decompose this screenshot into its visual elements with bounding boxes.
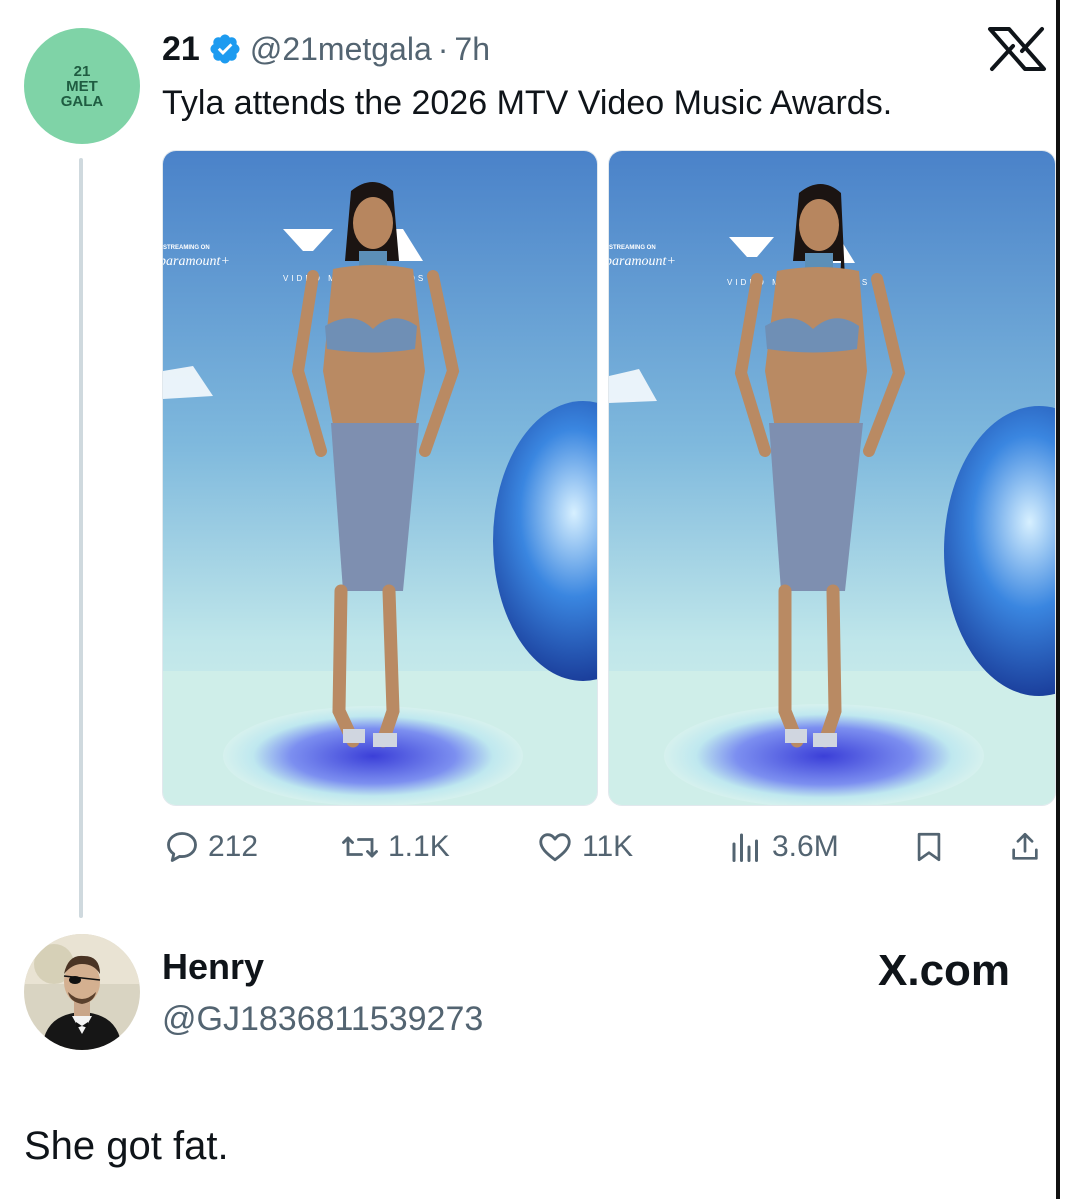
tweet-photo-1[interactable]: STREAMING ON paramount+ VIDEO MUSIC AWAR… [162,150,598,806]
avatar-text-line-2: MET [66,77,98,95]
backdrop-streaming-text: STREAMING ON [163,245,210,251]
heart-icon [539,833,571,862]
avatar-text-line-3: GALA [60,92,104,110]
backdrop-paramount-text: paramount+ [609,254,676,269]
author-name[interactable]: 21 [162,30,200,69]
verified-badge-icon [210,34,240,64]
view-count: 3.6M [772,830,839,863]
views-button[interactable]: 3.6M [728,822,839,872]
tweet-text: Tyla attends the 2026 MTV Video Music Aw… [162,84,893,122]
reply-author-handle[interactable]: @GJ1836811539273 [162,1000,483,1039]
like-count: 11K [582,830,634,863]
backdrop-streaming-text: STREAMING ON [609,245,656,251]
header-separator: · [437,30,449,67]
tweet-photo-2[interactable]: STREAMING ON paramount+ VIDEO MUSIC AWAR… [608,150,1056,806]
backdrop-paramount-text: paramount+ [163,254,230,269]
repost-icon [342,836,378,858]
tweet-header: 21 @21metgala · 7h [162,26,490,72]
reply-button[interactable]: 212 [164,822,258,872]
thread-connector [79,158,83,918]
org-avatar[interactable]: 21 MET GALA [24,28,140,144]
window-edge [1056,0,1060,1199]
reply-text: She got fat. [24,1124,229,1168]
bookmark-icon [917,832,941,862]
comment-icon [167,832,197,862]
timestamp[interactable]: 7h [454,31,490,68]
repost-button[interactable]: 1.1K [340,822,450,872]
tweet-action-bar: 212 1.1K 11K 3.6M [0,822,1056,872]
reply-avatar[interactable] [24,934,140,1050]
like-button[interactable]: 11K [536,822,633,872]
bookmark-button[interactable] [912,822,954,872]
share-icon [1012,832,1038,860]
x-com-watermark: X.com [878,946,1011,995]
views-chart-icon [732,833,758,862]
avatar-text-line-1: 21 [73,62,91,80]
repost-count: 1.1K [388,830,450,863]
reply-count: 212 [208,830,259,863]
author-handle[interactable]: @21metgala [250,31,432,68]
reply-author-name[interactable]: Henry [162,946,264,988]
share-button[interactable] [1008,822,1050,872]
x-logo-icon [988,27,1046,71]
